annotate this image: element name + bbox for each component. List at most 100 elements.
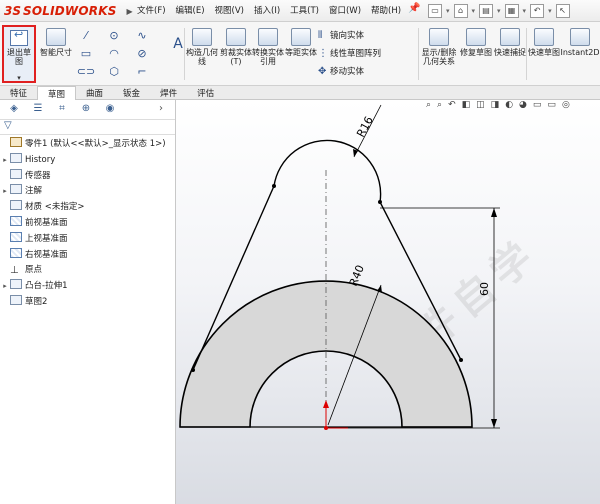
undo-icon[interactable]: ↶ <box>530 4 545 18</box>
menu-help[interactable]: 帮助(H) <box>366 4 406 16</box>
exit-sketch-button[interactable]: 退出草图 ▾ <box>2 25 36 83</box>
tree-item[interactable]: 上视基准面 <box>0 231 175 248</box>
solidworks-logo[interactable]: 3S SOLIDWORKS ▶ <box>4 2 133 20</box>
tree-item[interactable]: 传感器 <box>0 168 175 185</box>
r16-dimension[interactable]: R16 <box>354 114 376 139</box>
tab-sheet-metal[interactable]: 钣金 <box>113 86 150 100</box>
dim-arrow-top <box>491 208 497 217</box>
tree-item-label: History <box>25 154 56 165</box>
sketch-top-arc[interactable] <box>273 139 382 203</box>
title-bar: 3S SOLIDWORKS ▶ 文件(F) 编辑(E) 视图(V) 插入(I) … <box>0 0 600 22</box>
new-document-icon[interactable]: ▭ <box>428 4 442 18</box>
tab-evaluate[interactable]: 评估 <box>187 86 224 100</box>
menu-file[interactable]: 文件(F) <box>132 4 171 16</box>
display-relations-button[interactable]: 显示/删除几何关系 <box>420 26 458 82</box>
configuration-icon[interactable]: ⌗ <box>54 103 70 117</box>
linear-pattern-button[interactable]: ⋮ 线性草图阵列 <box>318 45 418 63</box>
circle-icon[interactable]: ⊙ <box>103 29 125 42</box>
tree-item-label: 零件1 (默认<<默认>_显示状态 1>) <box>25 139 166 149</box>
sketch-point[interactable] <box>459 358 463 362</box>
dimxpert-icon[interactable]: ⊕ <box>78 103 94 117</box>
trim-entities-button[interactable]: 剪裁实体(T) <box>218 26 254 82</box>
quick-snaps-button[interactable]: 快速捕捉 <box>492 26 528 82</box>
display-manager-icon[interactable]: ◉ <box>102 103 118 117</box>
smart-dimension-button[interactable]: 智能尺寸 <box>38 26 74 82</box>
tab-sketch[interactable]: 草图 <box>37 86 77 100</box>
rectangle-icon[interactable]: ▭ <box>75 47 97 60</box>
rapid-sketch-icon <box>534 28 554 46</box>
menu-window[interactable]: 窗口(W) <box>324 4 366 16</box>
height-dimension[interactable]: 60 <box>478 282 491 296</box>
tree-item[interactable]: ▸ History <box>0 152 175 169</box>
graphics-area[interactable]: ⌕ ⌕ ↶ ◧ ◫ ◨ ◐ ◕ ▭ ▭ ◎ 软件自学网 R16 R40 60 <box>176 100 600 504</box>
plane-icon <box>10 247 22 258</box>
plane-icon <box>10 215 22 226</box>
ellipse-icon[interactable]: ⊘ <box>131 47 153 60</box>
tree-item[interactable]: ▸ 凸台-拉伸1 <box>0 279 175 295</box>
r40-dimension[interactable]: R40 <box>347 263 367 288</box>
tab-weldments[interactable]: 焊件 <box>150 86 187 100</box>
chevron-down-icon[interactable]: ▾ <box>4 74 34 83</box>
mirror-entities-button[interactable]: ⫴ 镜向实体 <box>318 27 418 45</box>
feature-icon <box>10 279 22 290</box>
print-icon[interactable]: ▦ <box>504 4 519 18</box>
feature-tree-icon[interactable]: ◈ <box>6 103 22 117</box>
tree-item-label: 前视基准面 <box>25 217 68 228</box>
pin-icon[interactable]: 📌 <box>408 3 420 14</box>
origin-icon: ⊥ <box>10 265 19 277</box>
select-icon[interactable]: ↖ <box>555 4 570 18</box>
annot-icon <box>10 184 22 195</box>
sketch-point[interactable] <box>378 200 382 204</box>
filter-icon[interactable]: ▽ <box>0 120 175 135</box>
save-icon[interactable]: ▤ <box>479 4 494 18</box>
sketch-point[interactable] <box>272 184 276 188</box>
construction-geometry-button[interactable]: 构造几何线 <box>184 26 220 82</box>
property-manager-icon[interactable]: ☰ <box>30 103 46 117</box>
open-icon[interactable]: ⌂ <box>453 4 468 18</box>
material-icon <box>10 200 22 211</box>
dim-arrow-bottom <box>491 419 497 428</box>
tab-features[interactable]: 特征 <box>0 86 37 100</box>
tree-item[interactable]: 右视基准面 <box>0 247 175 264</box>
chevron-right-icon[interactable]: › <box>153 103 169 117</box>
tree-item[interactable]: 材质 <未指定> <box>0 200 175 216</box>
snap-icon <box>500 28 520 46</box>
arc-icon[interactable]: ◠ <box>103 47 125 60</box>
feature-manager-panel: ◈ ☰ ⌗ ⊕ ◉ › ▽ 零件1 (默认<<默认>_显示状态 1>) ▸ Hist… <box>0 100 176 504</box>
tree-item-label: 右视基准面 <box>25 249 68 260</box>
menu-edit[interactable]: 编辑(E) <box>171 4 210 16</box>
tree-item-label: 原点 <box>25 265 43 276</box>
move-entities-button[interactable]: ✥ 移动实体 <box>318 63 418 81</box>
tree-item[interactable]: ⊥ 原点 <box>0 263 175 279</box>
menu-view[interactable]: 视图(V) <box>210 4 249 16</box>
polygon-icon[interactable]: ⬡ <box>103 65 125 78</box>
menu-tools[interactable]: 工具(T) <box>285 4 324 16</box>
sketch-entities-grid: ⁄ ⊙ ∿ ▭ ◠ ⊘ ⊂⊃ ⬡ ⌐ <box>75 26 161 82</box>
repair-sketch-button[interactable]: 修复草图 <box>458 26 494 82</box>
tree-item[interactable]: 草图2 <box>0 294 175 311</box>
expand-arrow-icon[interactable]: ▸ <box>0 279 10 295</box>
spline-icon[interactable]: ∿ <box>131 29 153 42</box>
expand-arrow-icon[interactable]: ▸ <box>0 153 10 169</box>
command-manager: 退出草图 ▾ 智能尺寸 ⁄ ⊙ ∿ ▭ ◠ ⊘ ⊂⊃ ⬡ ⌐ A 构造几何线 剪… <box>0 22 600 86</box>
sketch-point[interactable] <box>191 368 195 372</box>
tree-item[interactable]: ▸ 注解 <box>0 184 175 200</box>
convert-entities-button[interactable]: 转换实体引用 <box>250 26 286 82</box>
tree-item[interactable]: 前视基准面 <box>0 215 175 232</box>
line-icon[interactable]: ⁄ <box>75 29 97 42</box>
fillet-icon[interactable]: ⌐ <box>131 65 153 78</box>
exit-sketch-icon <box>10 30 28 46</box>
rapid-sketch-button[interactable]: 快速草图 <box>526 26 562 82</box>
offset-entities-button[interactable]: 等距实体 <box>283 26 319 82</box>
offset-icon <box>291 28 311 46</box>
tab-surfaces[interactable]: 曲面 <box>76 86 113 100</box>
expand-arrow-icon[interactable]: ▸ <box>0 184 10 200</box>
quick-access-toolbar: ▭ ▾ ⌂ ▾ ▤ ▾ ▦ ▾ ↶ ▾ ↖ <box>428 1 570 21</box>
slot-icon[interactable]: ⊂⊃ <box>75 65 97 78</box>
tree-item[interactable]: 零件1 (默认<<默认>_显示状态 1>) <box>0 137 175 153</box>
instant2d-button[interactable]: Instant2D <box>560 26 600 82</box>
menu-insert[interactable]: 插入(I) <box>249 4 285 16</box>
folder-icon <box>10 152 22 163</box>
convert-icon <box>258 28 278 46</box>
sketch-drawing[interactable]: R16 R40 60 <box>176 100 600 504</box>
